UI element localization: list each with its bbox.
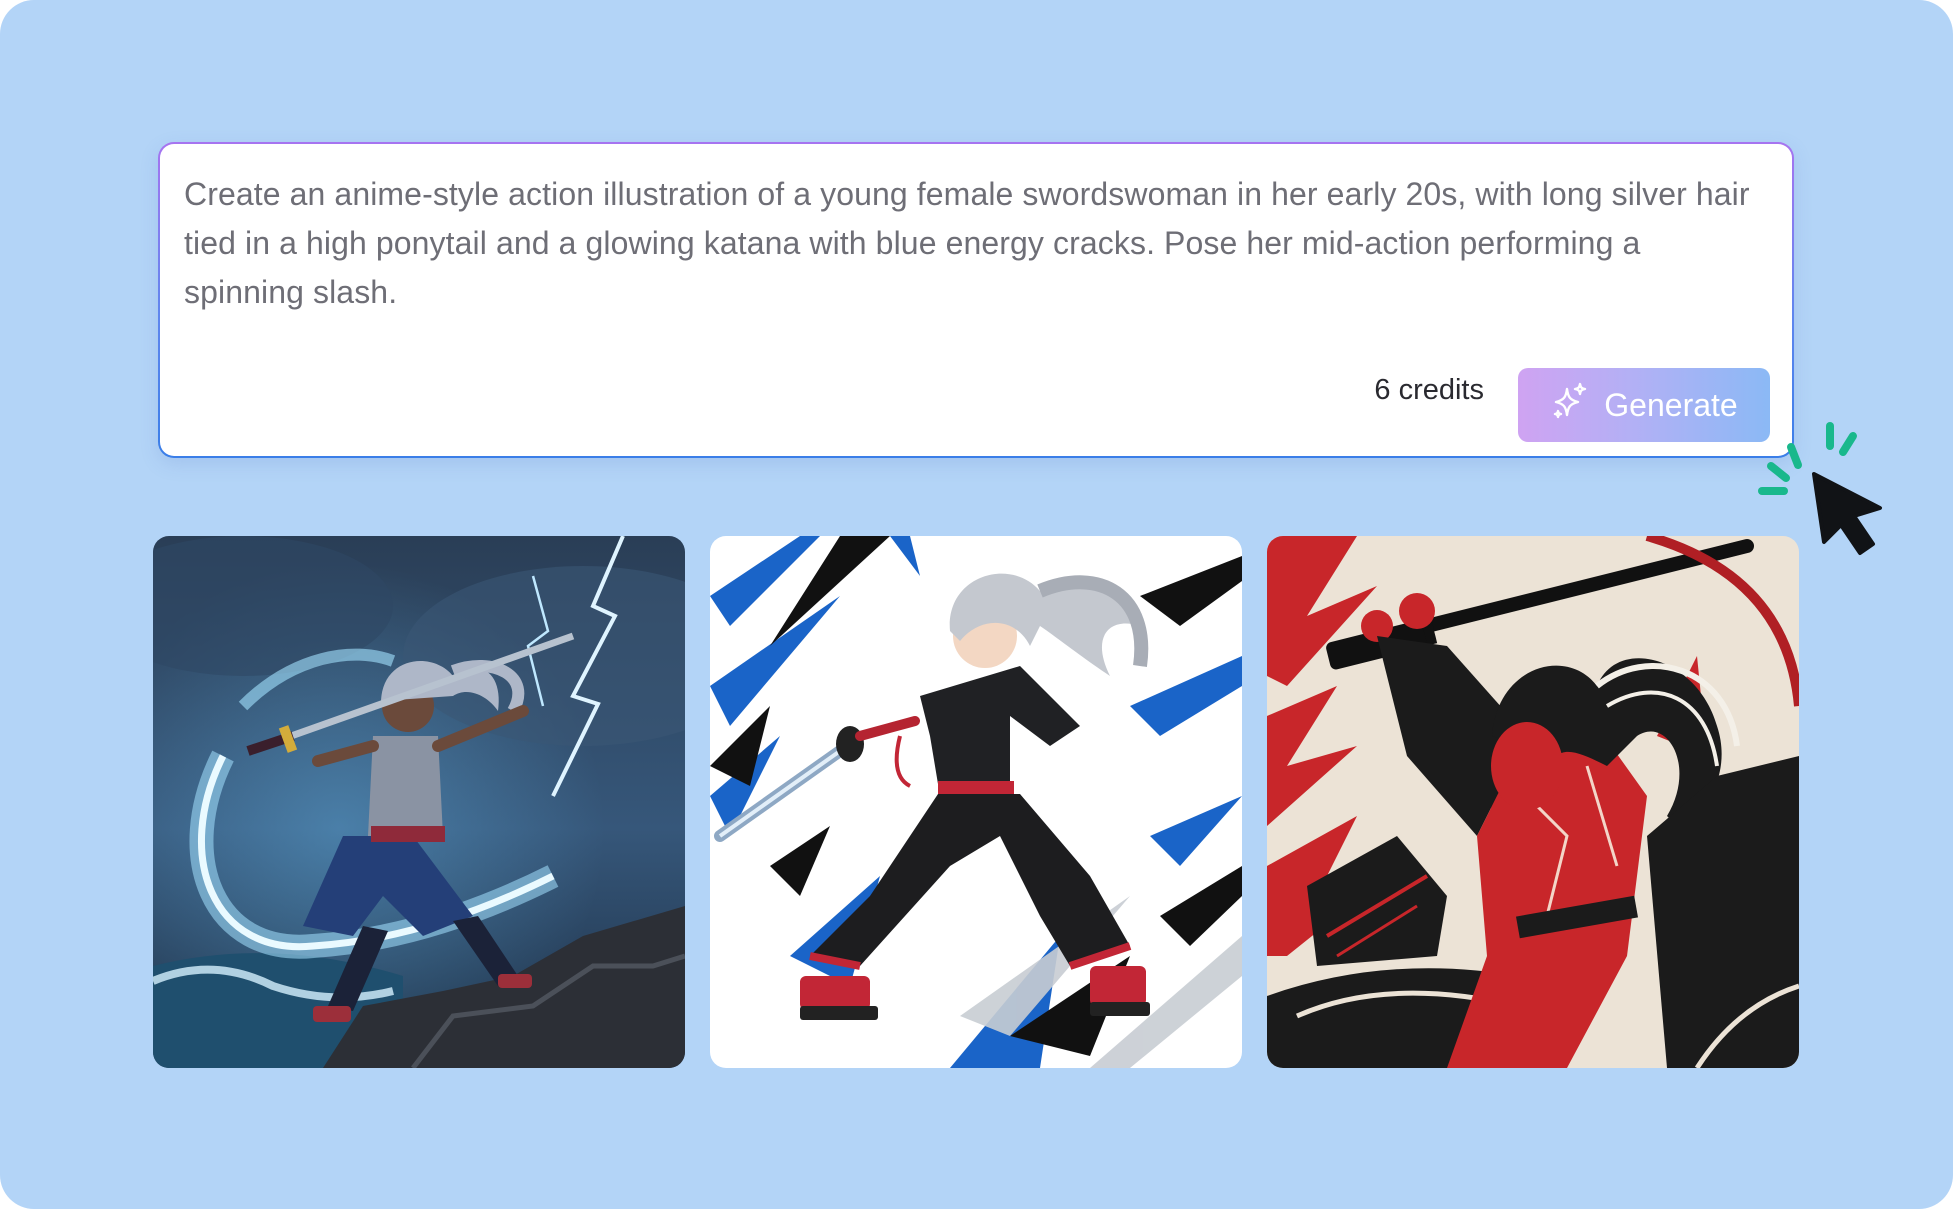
app-canvas: Create an anime-style action illustratio… bbox=[0, 0, 1953, 1209]
prompt-input[interactable]: Create an anime-style action illustratio… bbox=[184, 170, 1764, 317]
sparkles-icon bbox=[1550, 381, 1590, 429]
credits-label: 6 credits bbox=[1374, 374, 1484, 406]
result-image-3[interactable] bbox=[1267, 536, 1799, 1068]
generate-button[interactable]: Generate bbox=[1518, 368, 1770, 442]
prompt-card[interactable]: Create an anime-style action illustratio… bbox=[158, 142, 1794, 458]
generate-button-label: Generate bbox=[1604, 386, 1738, 423]
arrow-cursor-icon bbox=[1812, 472, 1882, 555]
result-image-2[interactable] bbox=[710, 536, 1242, 1068]
result-image-1[interactable] bbox=[153, 536, 685, 1068]
results-gallery bbox=[153, 536, 1801, 1068]
